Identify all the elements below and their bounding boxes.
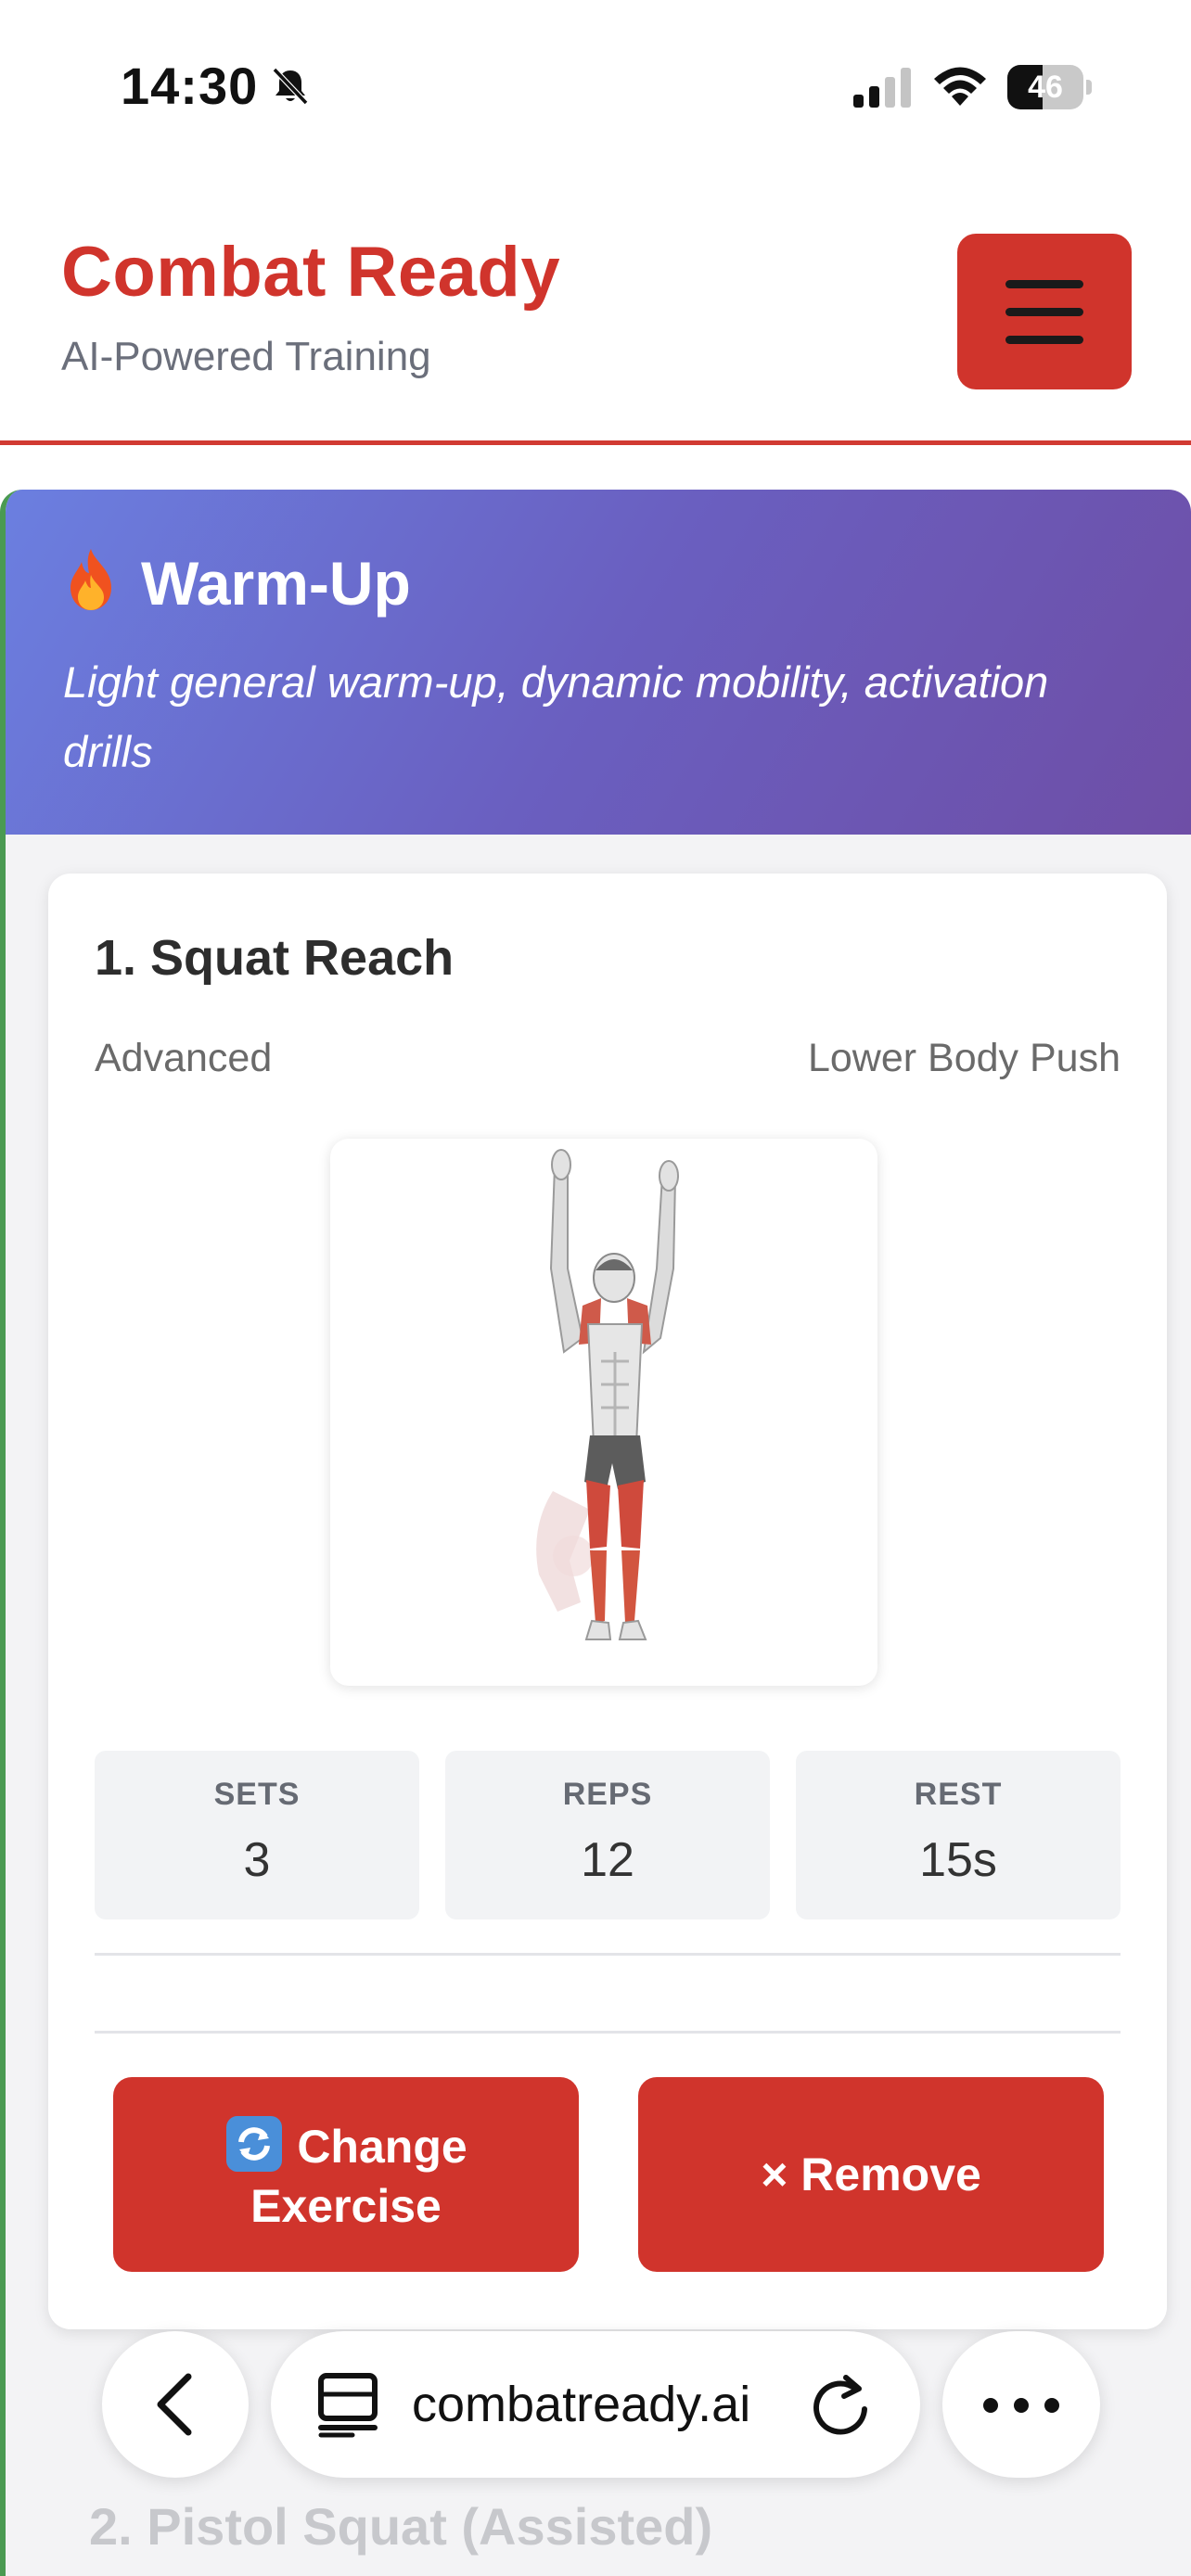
battery-icon: 46	[1007, 65, 1092, 109]
remove-exercise-button[interactable]: × Remove	[638, 2077, 1104, 2272]
battery-level: 46	[1028, 70, 1063, 105]
warmup-section: Warm-Up Light general warm-up, dynamic m…	[0, 490, 1191, 2576]
next-exercise-name[interactable]: 2. Pistol Squat (Assisted)	[89, 2496, 712, 2557]
menu-button[interactable]	[957, 234, 1132, 389]
url-text: combatready.ai	[412, 2377, 751, 2432]
app-title: Combat Ready	[61, 233, 561, 312]
section-title: Warm-Up	[63, 547, 411, 618]
exercise-level: Advanced	[95, 1036, 273, 1080]
more-dots-icon	[983, 2398, 1059, 2413]
stat-rest: REST 15s	[796, 1751, 1121, 1919]
reload-icon[interactable]	[809, 2372, 874, 2439]
address-bar[interactable]: combatready.ai	[271, 2331, 920, 2478]
exercise-image	[330, 1139, 877, 1686]
stat-reps: REPS 12	[445, 1751, 770, 1919]
remove-label: × Remove	[761, 2149, 981, 2200]
section-description: Light general warm-up, dynamic mobility,…	[63, 657, 1049, 776]
refresh-icon	[226, 2115, 283, 2172]
chevron-left-icon	[157, 2373, 192, 2436]
stat-value: 15s	[919, 1833, 997, 1887]
page-icon	[318, 2373, 378, 2438]
change-exercise-button[interactable]: Change Exercise	[113, 2077, 579, 2272]
app-header: Combat Ready AI-Powered Training	[0, 176, 1191, 445]
stat-sets: SETS 3	[95, 1751, 419, 1919]
exercise-name: 1. Squat Reach	[95, 930, 455, 986]
stat-value: 12	[581, 1833, 634, 1887]
stat-label: SETS	[213, 1777, 301, 1812]
divider	[95, 1953, 1121, 1956]
back-button[interactable]	[102, 2331, 249, 2478]
squat-reach-figure-icon	[536, 1149, 679, 1640]
status-time: 14:30	[121, 57, 259, 115]
bell-slash-icon	[272, 67, 309, 106]
browser-bar: combatready.ai	[0, 2318, 1191, 2504]
fire-icon	[63, 547, 119, 612]
divider	[95, 2031, 1121, 2034]
app-subtitle: AI-Powered Training	[61, 334, 431, 379]
section-title-text: Warm-Up	[141, 549, 411, 618]
stat-label: REPS	[562, 1777, 653, 1812]
stat-label: REST	[914, 1777, 1003, 1812]
exercise-category: Lower Body Push	[807, 1036, 1121, 1080]
status-bar: 14:30 46	[0, 0, 1191, 176]
wifi-icon	[934, 67, 986, 106]
section-banner: Warm-Up Light general warm-up, dynamic m…	[6, 490, 1191, 835]
cellular-signal-icon	[853, 68, 911, 108]
exercise-card: 1. Squat Reach Advanced Lower Body Push	[48, 874, 1167, 2329]
more-options-button[interactable]	[942, 2331, 1100, 2478]
stat-value: 3	[243, 1833, 271, 1887]
